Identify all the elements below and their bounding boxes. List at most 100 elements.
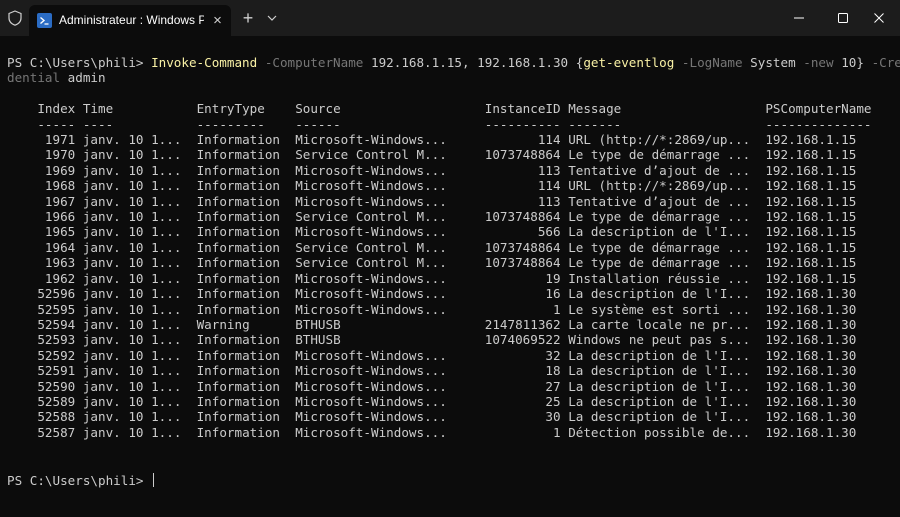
cell-message: Le type de démarrage ... <box>568 209 758 225</box>
table-separator: ----- ---- --------- ------ ---------- -… <box>7 116 871 132</box>
shield-icon <box>6 9 24 27</box>
cell-message: Détection possible de... <box>568 424 758 440</box>
cell-source: BTHUSB <box>295 316 478 332</box>
cell-instanceid: 114 <box>484 178 561 194</box>
cell-index: 52593 <box>7 332 76 348</box>
cell-time: janv. 10 1... <box>82 409 189 425</box>
cell-index: 1969 <box>7 162 76 178</box>
cell-instanceid: 1073748864 <box>484 147 561 163</box>
cell-instanceid: 1073748864 <box>484 239 561 255</box>
table-row: 1962 janv. 10 1... Information Microsoft… <box>7 271 856 286</box>
cell-source: Microsoft-Windows... <box>295 409 478 425</box>
cell-instanceid: 25 <box>484 393 561 409</box>
cell-entrytype: Information <box>196 393 288 409</box>
cell-index: 52590 <box>7 378 76 394</box>
prompt: PS C:\Users\phili> <box>7 55 152 70</box>
cell-index: 52594 <box>7 316 76 332</box>
close-icon[interactable]: × <box>209 12 226 29</box>
header-index: Index <box>7 101 76 117</box>
cell-instanceid: 30 <box>484 409 561 425</box>
table-row: 52593 janv. 10 1... Information BTHUSB 1… <box>7 332 856 347</box>
cell-entrytype: Information <box>196 409 288 425</box>
tab-powershell[interactable]: Administrateur : Windows PowerShell × <box>29 5 231 36</box>
cell-pscomputername: 192.168.1.15 <box>765 132 857 148</box>
cell-source: Service Control M... <box>295 147 478 163</box>
command-line: PS C:\Users\phili> Invoke-Command -Compu… <box>7 55 900 85</box>
cell-instanceid: 113 <box>484 193 561 209</box>
table-row: 52594 janv. 10 1... Warning BTHUSB 21478… <box>7 317 856 332</box>
cell-pscomputername: 192.168.1.30 <box>765 316 857 332</box>
minimize-button[interactable] <box>776 0 822 36</box>
cmdlet: Invoke-Command <box>151 55 258 70</box>
cell-pscomputername: 192.168.1.15 <box>765 147 857 163</box>
cell-index: 1970 <box>7 147 76 163</box>
cell-time: janv. 10 1... <box>82 193 189 209</box>
table-row: 52596 janv. 10 1... Information Microsof… <box>7 286 856 301</box>
cell-source: Microsoft-Windows... <box>295 363 478 379</box>
cell-entrytype: Information <box>196 239 288 255</box>
cell-message: La description de l'I... <box>568 393 758 409</box>
cell-message: La description de l'I... <box>568 347 758 363</box>
cell-time: janv. 10 1... <box>82 132 189 148</box>
cell-time: janv. 10 1... <box>82 363 189 379</box>
cell-entrytype: Information <box>196 286 288 302</box>
cell-entrytype: Information <box>196 378 288 394</box>
cell-index: 1962 <box>7 270 76 286</box>
cell-pscomputername: 192.168.1.15 <box>765 255 857 271</box>
cell-pscomputername: 192.168.1.15 <box>765 209 857 225</box>
cell-pscomputername: 192.168.1.15 <box>765 239 857 255</box>
tab-title: Administrateur : Windows PowerShell <box>59 13 204 27</box>
cell-instanceid: 1073748864 <box>484 209 561 225</box>
cell-source: Microsoft-Windows... <box>295 162 478 178</box>
cell-index: 52589 <box>7 393 76 409</box>
cell-index: 52591 <box>7 363 76 379</box>
param-computername: -ComputerName <box>264 55 364 70</box>
table-row: 1970 janv. 10 1... Information Service C… <box>7 147 856 162</box>
window-close-button[interactable] <box>856 0 900 36</box>
cell-source: Microsoft-Windows... <box>295 193 478 209</box>
cell-entrytype: Information <box>196 347 288 363</box>
cell-time: janv. 10 1... <box>82 270 189 286</box>
cell-pscomputername: 192.168.1.30 <box>765 286 857 302</box>
final-prompt-line[interactable]: PS C:\Users\phili> <box>7 473 155 488</box>
cell-index: 1963 <box>7 255 76 271</box>
title-bar[interactable]: Administrateur : Windows PowerShell × + <box>0 0 900 36</box>
cell-source: Microsoft-Windows... <box>295 286 478 302</box>
cell-source: Service Control M... <box>295 255 478 271</box>
table-row: 52595 janv. 10 1... Information Microsof… <box>7 302 856 317</box>
cell-message: URL (http://*:2869/up... <box>568 132 758 148</box>
separator-index: ----- <box>7 116 76 132</box>
header-time: Time <box>82 101 189 117</box>
terminal-window: Administrateur : Windows PowerShell × + … <box>0 0 900 517</box>
cell-pscomputername: 192.168.1.30 <box>765 393 857 409</box>
cell-entrytype: Information <box>196 178 288 194</box>
cell-pscomputername: 192.168.1.30 <box>765 424 857 440</box>
chevron-down-icon[interactable] <box>265 11 279 25</box>
param-new: -new <box>803 55 834 70</box>
param-credential-part2: dential <box>7 70 61 86</box>
cell-time: janv. 10 1... <box>82 147 189 163</box>
cell-time: janv. 10 1... <box>82 178 189 194</box>
cell-instanceid: 114 <box>484 132 561 148</box>
plus-icon[interactable]: + <box>239 9 257 27</box>
cell-instanceid: 27 <box>484 378 561 394</box>
cell-instanceid: 1074069522 <box>484 332 561 348</box>
cell-message: Le type de démarrage ... <box>568 239 758 255</box>
header-pscomputername: PSComputerName <box>765 101 872 117</box>
table-row: 1964 janv. 10 1... Information Service C… <box>7 240 856 255</box>
table-row: 1971 janv. 10 1... Information Microsoft… <box>7 132 856 147</box>
terminal-content[interactable]: PS C:\Users\phili> Invoke-Command -Compu… <box>0 36 900 517</box>
cell-source: Microsoft-Windows... <box>295 270 478 286</box>
cell-instanceid: 1 <box>484 301 561 317</box>
cell-source: Service Control M... <box>295 239 478 255</box>
separator-entrytype: --------- <box>196 116 288 132</box>
cell-index: 52596 <box>7 286 76 302</box>
cell-time: janv. 10 1... <box>82 378 189 394</box>
cell-pscomputername: 192.168.1.30 <box>765 332 857 348</box>
cell-pscomputername: 192.168.1.30 <box>765 378 857 394</box>
table-row: 52588 janv. 10 1... Information Microsof… <box>7 409 856 424</box>
cell-index: 1971 <box>7 132 76 148</box>
cell-message: Installation réussie ... <box>568 270 758 286</box>
cell-pscomputername: 192.168.1.30 <box>765 409 857 425</box>
cell-instanceid: 1 <box>484 424 561 440</box>
